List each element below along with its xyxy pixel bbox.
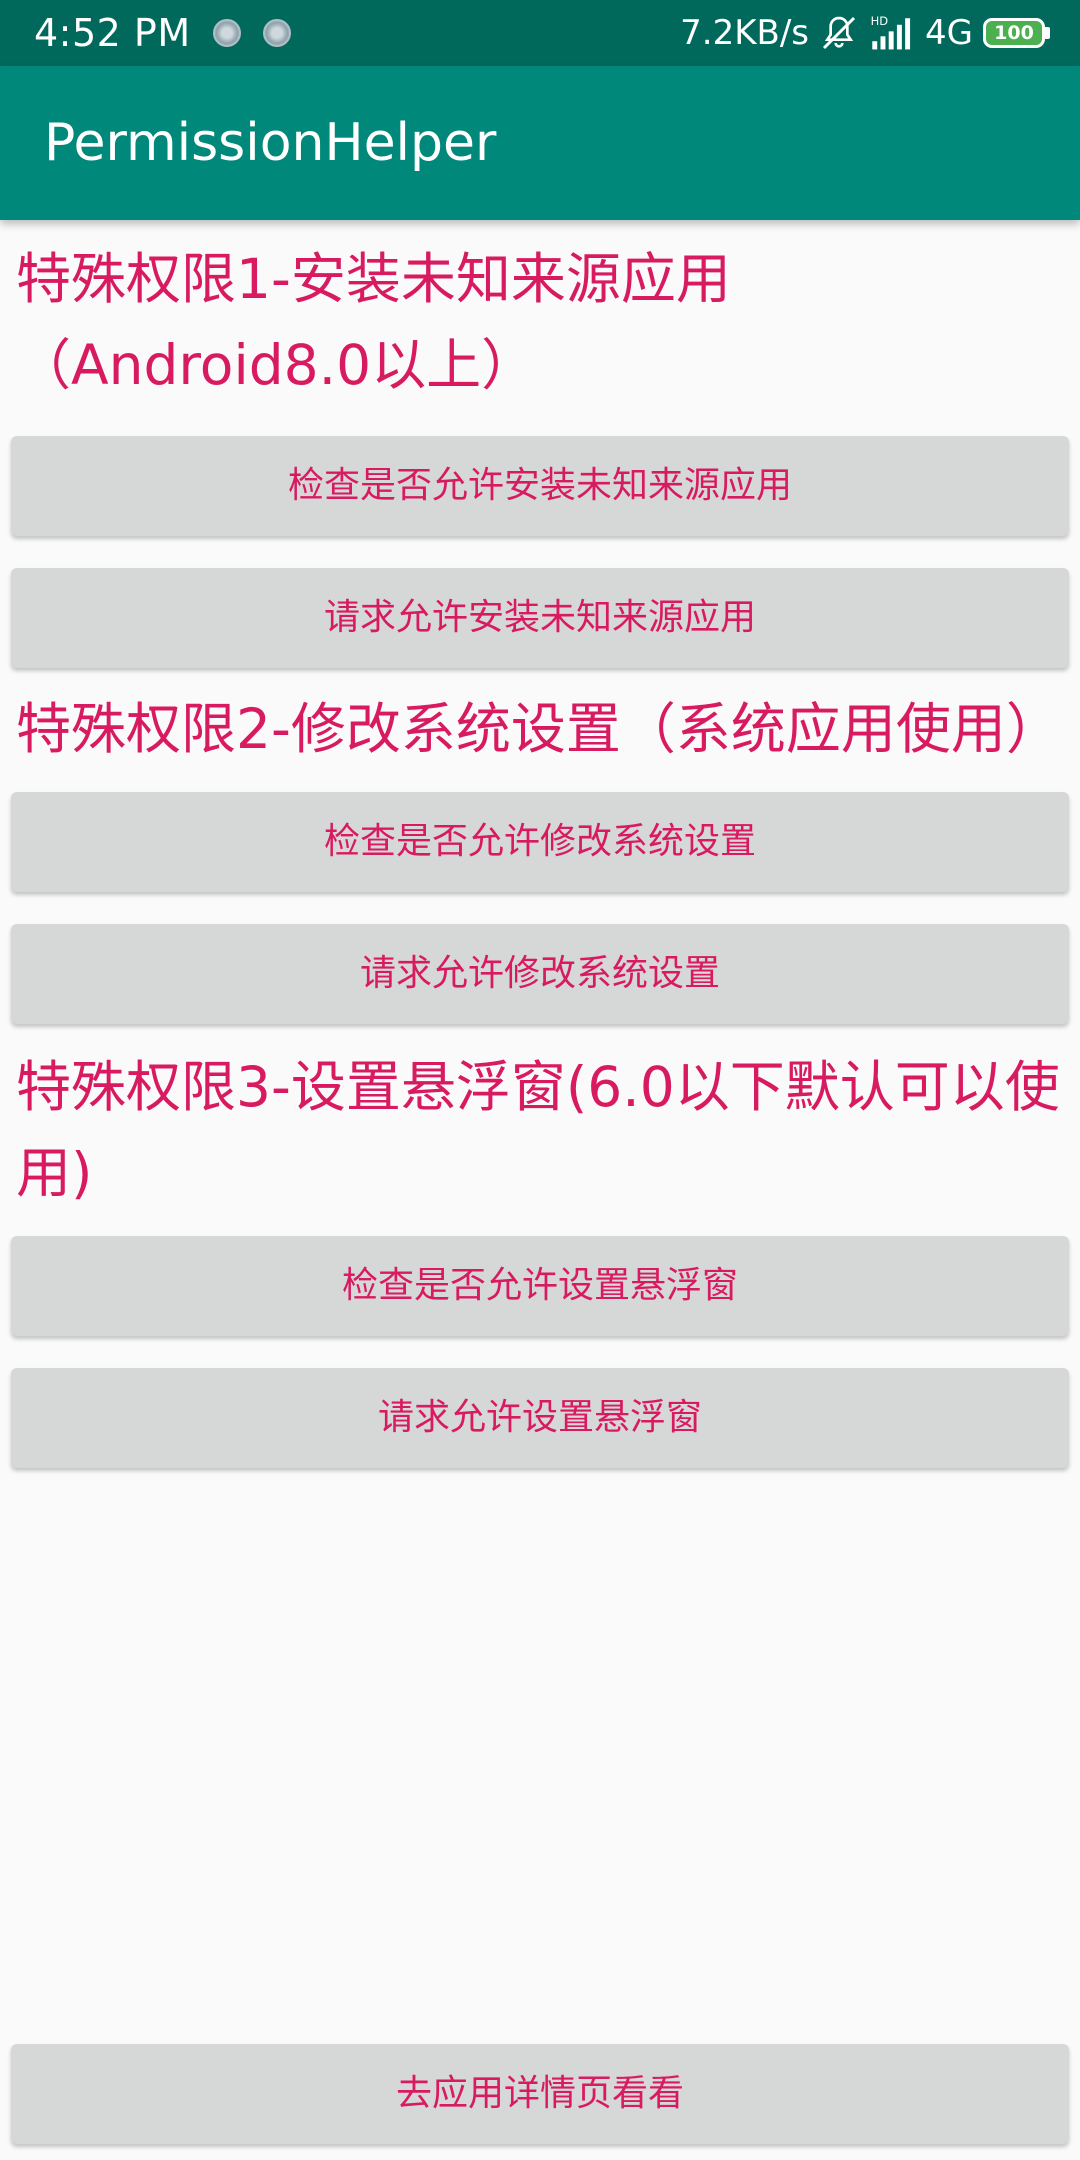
mute-icon bbox=[822, 16, 856, 50]
request-install-unknown-button[interactable]: 请求允许安装未知来源应用 bbox=[11, 568, 1069, 668]
status-left: 4:52 PM bbox=[34, 0, 291, 66]
status-right: 7.2KB/s HD 4G 100 bbox=[680, 0, 1050, 66]
request-write-settings-button[interactable]: 请求允许修改系统设置 bbox=[11, 924, 1069, 1024]
section-title-install-unknown: 特殊权限1-安装未知来源应用（Android8.0以上） bbox=[16, 247, 731, 397]
request-overlay-window-button[interactable]: 请求允许设置悬浮窗 bbox=[11, 1368, 1069, 1468]
battery-tip bbox=[1045, 27, 1050, 39]
section-title-write-settings: 特殊权限2-修改系统设置（系统应用使用） bbox=[16, 697, 1061, 761]
app-details-button[interactable]: 去应用详情页看看 bbox=[11, 2044, 1069, 2144]
status-bar: 4:52 PM 7.2KB/s HD 4G 100 bbox=[0, 0, 1080, 66]
check-overlay-window-button[interactable]: 检查是否允许设置悬浮窗 bbox=[11, 1236, 1069, 1336]
check-write-settings-button[interactable]: 检查是否允许修改系统设置 bbox=[11, 792, 1069, 892]
svg-text:HD: HD bbox=[871, 14, 889, 28]
battery-icon: 100 bbox=[983, 18, 1050, 48]
battery-level: 100 bbox=[983, 18, 1045, 48]
hd-signal-icon: HD bbox=[871, 14, 911, 50]
section-title-overlay-window: 特殊权限3-设置悬浮窗(6.0以下默认可以使用) bbox=[16, 1055, 1060, 1205]
notification-icon bbox=[262, 19, 291, 47]
network-type: 4G bbox=[925, 13, 973, 53]
main-content: 特殊权限1-安装未知来源应用（Android8.0以上） 检查是否允许安装未知来… bbox=[0, 220, 1080, 1468]
notification-icon bbox=[212, 19, 241, 47]
check-install-unknown-button[interactable]: 检查是否允许安装未知来源应用 bbox=[11, 436, 1069, 536]
status-time: 4:52 PM bbox=[34, 11, 191, 55]
app-bar: PermissionHelper bbox=[0, 66, 1080, 220]
network-speed: 7.2KB/s bbox=[680, 13, 810, 53]
app-title: PermissionHelper bbox=[44, 113, 497, 173]
